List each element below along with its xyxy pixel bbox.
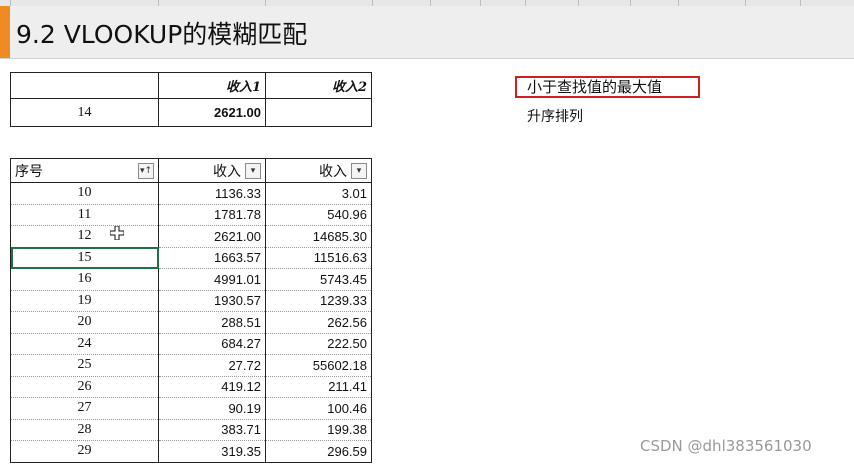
income1-cell[interactable]: 1136.33 <box>158 182 266 205</box>
table-row: 26 419.12 211.41 <box>10 375 372 398</box>
seq-cell[interactable]: 15 <box>10 246 159 269</box>
income2-cell[interactable]: 540.96 <box>265 203 372 226</box>
income2-cell[interactable]: 11516.63 <box>265 246 372 269</box>
income1-cell[interactable]: 419.12 <box>158 375 266 398</box>
note-ascending: 升序排列 <box>527 109 583 125</box>
income1-cell[interactable]: 1781.78 <box>158 203 266 226</box>
note-highlight-box: 小于查找值的最大值 <box>515 76 700 98</box>
data-header-row: 序号 ▾↑ 收入 ▾ 收入 ▾ <box>10 158 372 183</box>
table-row: 11 1781.78 540.96 <box>10 203 372 226</box>
table-row: 15 1663.57 11516.63 <box>10 246 372 269</box>
seq-cell[interactable]: 20 <box>10 311 159 334</box>
watermark: CSDN @dhl383561030 <box>640 437 812 455</box>
table-row: 29 319.35 296.59 <box>10 440 372 463</box>
lookup-value-row: 14 2621.00 <box>10 98 372 127</box>
table-row: 28 383.71 199.38 <box>10 418 372 441</box>
income1-cell[interactable]: 684.27 <box>158 332 266 355</box>
table-row: 24 684.27 222.50 <box>10 332 372 355</box>
income1-cell[interactable]: 1930.57 <box>158 289 266 312</box>
seq-cell[interactable]: 28 <box>10 418 159 441</box>
seq-cell[interactable]: 24 <box>10 332 159 355</box>
income2-cell[interactable]: 100.46 <box>265 397 372 420</box>
income2-cell[interactable]: 296.59 <box>265 440 372 463</box>
table-row: 20 288.51 262.56 <box>10 311 372 334</box>
lookup-key-cell[interactable]: 14 <box>10 98 159 127</box>
header-seq-label: 序号 <box>15 163 43 180</box>
income1-cell[interactable]: 2621.00 <box>158 225 266 248</box>
header-income2-label: 收入 <box>319 163 347 180</box>
data-table: 序号 ▾↑ 收入 ▾ 收入 ▾ 10 1136.33 3.01 11 1781.78 54… <box>10 158 372 463</box>
lookup-header-income2[interactable]: 收入2 <box>265 72 372 99</box>
income2-cell[interactable]: 14685.30 <box>265 225 372 248</box>
cell-cursor-icon <box>110 226 124 240</box>
income1-cell[interactable]: 27.72 <box>158 354 266 377</box>
header-income1[interactable]: 收入 ▾ <box>158 158 266 183</box>
income1-cell[interactable]: 288.51 <box>158 311 266 334</box>
table-row: 10 1136.33 3.01 <box>10 182 372 205</box>
dropdown-icon[interactable]: ▾ <box>245 162 261 179</box>
lookup-header-income1[interactable]: 收入1 <box>158 72 266 99</box>
income1-cell[interactable]: 90.19 <box>158 397 266 420</box>
lookup-header-row: 收入1 收入2 <box>10 72 372 99</box>
income2-cell[interactable]: 222.50 <box>265 332 372 355</box>
income2-cell[interactable]: 1239.33 <box>265 289 372 312</box>
page-title: 9.2 VLOOKUP的模糊匹配 <box>16 20 308 49</box>
header-income2[interactable]: 收入 ▾ <box>265 158 372 183</box>
table-row: 12 2621.00 14685.30 <box>10 225 372 248</box>
table-row: 27 90.19 100.46 <box>10 397 372 420</box>
seq-cell[interactable]: 10 <box>10 182 159 205</box>
table-row: 25 27.72 55602.18 <box>10 354 372 377</box>
header-seq[interactable]: 序号 ▾↑ <box>10 158 159 183</box>
income1-cell[interactable]: 319.35 <box>158 440 266 463</box>
income2-cell[interactable]: 3.01 <box>265 182 372 205</box>
header-income1-label: 收入 <box>213 163 241 180</box>
income2-cell[interactable]: 55602.18 <box>265 354 372 377</box>
income2-cell[interactable]: 5743.45 <box>265 268 372 291</box>
table-row: 19 1930.57 1239.33 <box>10 289 372 312</box>
income1-cell[interactable]: 4991.01 <box>158 268 266 291</box>
title-bar: 9.2 VLOOKUP的模糊匹配 <box>0 6 854 59</box>
lookup-result-income2[interactable] <box>265 98 372 127</box>
seq-cell[interactable]: 29 <box>10 440 159 463</box>
lookup-table: 收入1 收入2 14 2621.00 <box>10 72 372 127</box>
seq-cell[interactable]: 16 <box>10 268 159 291</box>
table-row: 16 4991.01 5743.45 <box>10 268 372 291</box>
seq-cell[interactable]: 27 <box>10 397 159 420</box>
income2-cell[interactable]: 262.56 <box>265 311 372 334</box>
seq-cell[interactable]: 26 <box>10 375 159 398</box>
income1-cell[interactable]: 383.71 <box>158 418 266 441</box>
seq-cell[interactable]: 19 <box>10 289 159 312</box>
sort-filter-icon[interactable]: ▾↑ <box>138 162 154 179</box>
seq-cell[interactable]: 12 <box>10 225 159 248</box>
lookup-result-income1[interactable]: 2621.00 <box>158 98 266 127</box>
seq-cell[interactable]: 25 <box>10 354 159 377</box>
income2-cell[interactable]: 211.41 <box>265 375 372 398</box>
dropdown-icon[interactable]: ▾ <box>351 162 367 179</box>
title-accent-bar <box>0 6 10 58</box>
income1-cell[interactable]: 1663.57 <box>158 246 266 269</box>
income2-cell[interactable]: 199.38 <box>265 418 372 441</box>
lookup-header-key[interactable] <box>10 72 159 99</box>
seq-cell[interactable]: 11 <box>10 203 159 226</box>
